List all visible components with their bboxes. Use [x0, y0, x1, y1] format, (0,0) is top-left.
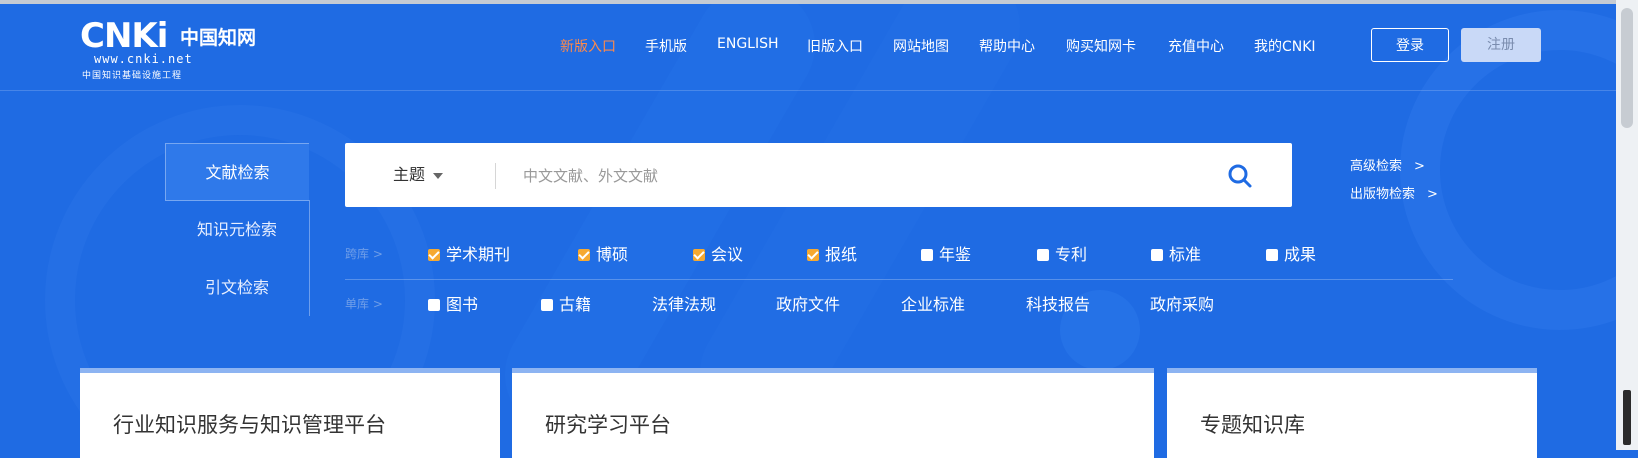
cnki-logo[interactable]: CNKi 中国知网 www.cnki.net 中国知识基础设施工程	[80, 16, 270, 81]
checkbox-unchecked-icon[interactable]	[1037, 249, 1049, 261]
page-scrollbar[interactable]	[1616, 0, 1638, 450]
logo-brand: CNKi	[80, 16, 168, 56]
checkbox-checked-icon[interactable]	[807, 249, 819, 261]
single-db-label: 单库 >	[345, 297, 383, 311]
chevron-right-icon: >	[1427, 187, 1438, 202]
tabs-divider	[309, 200, 310, 316]
card-title: 行业知识服务与知识管理平台	[113, 413, 386, 437]
single-db-link[interactable]: 政府文件	[776, 293, 840, 317]
cross-db-label: 跨库 >	[345, 247, 383, 261]
option-label: 报纸	[825, 245, 858, 264]
scrollbar-side-widget[interactable]	[1623, 390, 1631, 445]
caret-down-icon	[433, 172, 444, 179]
header: CNKi 中国知网 www.cnki.net 中国知识基础设施工程 新版入口 手…	[0, 0, 1616, 91]
logo-slogan: 中国知识基础设施工程	[82, 71, 183, 81]
tab-knowledge-element-search[interactable]: 知识元检索	[165, 201, 309, 259]
checkbox-unchecked-icon[interactable]	[541, 299, 553, 311]
option-label: 古籍	[559, 295, 592, 314]
search-icon[interactable]	[1227, 163, 1253, 189]
option-label: 会议	[711, 245, 744, 264]
scrollbar-thumb[interactable]	[1621, 8, 1633, 128]
tab-citation-search[interactable]: 引文检索	[165, 259, 309, 317]
card-industry-knowledge[interactable]: 行业知识服务与知识管理平台	[80, 368, 500, 458]
checkbox-unchecked-icon[interactable]	[921, 249, 933, 261]
row-divider	[345, 279, 1453, 280]
single-db-link[interactable]: 法律法规	[652, 293, 716, 317]
nav-site-map[interactable]: 网站地图	[893, 36, 949, 56]
single-db-option[interactable]: 古籍	[541, 293, 591, 317]
cross-db-option[interactable]: 年鉴	[921, 243, 971, 267]
option-label: 专利	[1055, 245, 1088, 264]
register-button[interactable]: 注册	[1461, 28, 1541, 62]
nav-help-center[interactable]: 帮助中心	[979, 36, 1035, 56]
single-db-link[interactable]: 企业标准	[901, 293, 965, 317]
cross-db-option[interactable]: 博硕	[578, 243, 628, 267]
single-db-option[interactable]: 图书	[428, 293, 478, 317]
option-label: 成果	[1284, 245, 1317, 264]
option-label: 标准	[1169, 245, 1202, 264]
search-field-select[interactable]: 主题	[393, 143, 444, 207]
publication-search-link[interactable]: 出版物检索 >	[1350, 183, 1438, 202]
search-input[interactable]	[521, 159, 1205, 193]
nav-recharge[interactable]: 充值中心	[1168, 36, 1224, 56]
login-button[interactable]: 登录	[1371, 28, 1449, 62]
card-research-learning[interactable]: 研究学习平台	[512, 368, 1154, 458]
advanced-search-label: 高级检索	[1350, 159, 1403, 174]
nav-old-entry[interactable]: 旧版入口	[807, 36, 863, 56]
nav-my-cnki[interactable]: 我的CNKI	[1254, 36, 1316, 56]
checkbox-unchecked-icon[interactable]	[428, 299, 440, 311]
card-title: 专题知识库	[1200, 413, 1305, 437]
nav-buy-card[interactable]: 购买知网卡	[1066, 36, 1136, 56]
checkbox-checked-icon[interactable]	[578, 249, 590, 261]
checkbox-unchecked-icon[interactable]	[1151, 249, 1163, 261]
checkbox-checked-icon[interactable]	[693, 249, 705, 261]
option-label: 学术期刊	[446, 245, 511, 264]
cross-db-option[interactable]: 成果	[1266, 243, 1316, 267]
option-label: 年鉴	[939, 245, 972, 264]
cross-db-option[interactable]: 报纸	[807, 243, 857, 267]
cross-db-option[interactable]: 专利	[1037, 243, 1087, 267]
checkbox-checked-icon[interactable]	[428, 249, 440, 261]
cross-db-option[interactable]: 标准	[1151, 243, 1201, 267]
option-label: 博硕	[596, 245, 629, 264]
nav-new-entry[interactable]: 新版入口	[560, 36, 616, 56]
cross-db-option[interactable]: 学术期刊	[428, 243, 510, 267]
single-db-link[interactable]: 科技报告	[1026, 293, 1090, 317]
card-title: 研究学习平台	[545, 413, 671, 437]
chevron-right-icon: >	[1414, 159, 1425, 174]
publication-search-label: 出版物检索	[1350, 187, 1416, 202]
search-bar: 主题	[345, 143, 1292, 207]
logo-url: www.cnki.net	[94, 52, 193, 66]
single-db-link[interactable]: 政府采购	[1150, 293, 1214, 317]
card-topic-knowledge-base[interactable]: 专题知识库	[1167, 368, 1537, 458]
nav-english[interactable]: ENGLISH	[717, 36, 779, 52]
search-field-label: 主题	[393, 165, 426, 184]
search-divider	[495, 163, 496, 189]
logo-brand-cn: 中国知网	[180, 27, 257, 49]
tab-literature-search[interactable]: 文献检索	[165, 143, 309, 201]
advanced-search-link[interactable]: 高级检索 >	[1350, 155, 1425, 174]
nav-mobile[interactable]: 手机版	[645, 36, 687, 56]
cross-db-option[interactable]: 会议	[693, 243, 743, 267]
checkbox-unchecked-icon[interactable]	[1266, 249, 1278, 261]
option-label: 图书	[446, 295, 479, 314]
